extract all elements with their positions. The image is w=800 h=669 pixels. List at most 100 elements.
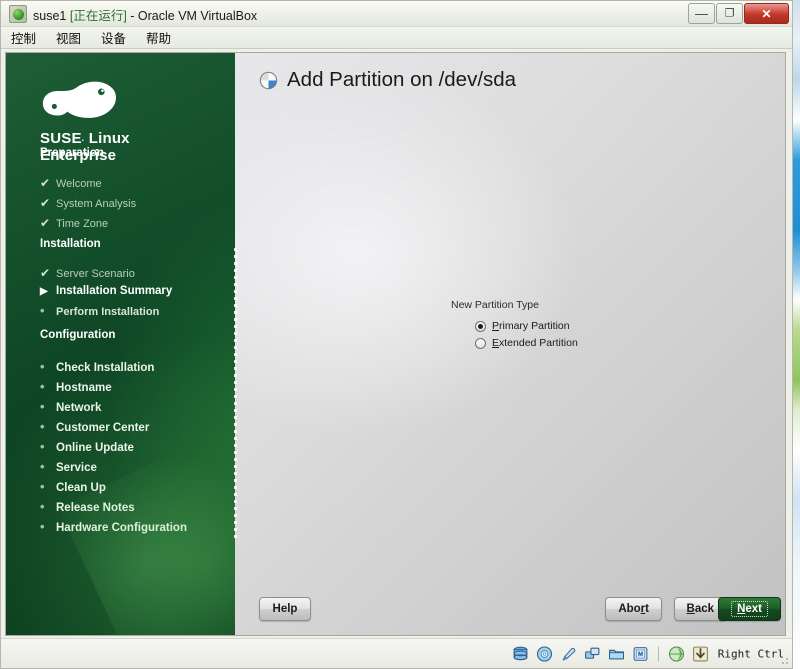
sidebar-item-label: Service — [56, 462, 97, 474]
page-title-text: Add Partition on /dev/sda — [287, 68, 516, 92]
radio-button-unselected-icon[interactable] — [475, 338, 486, 349]
sidebar-item-release-notes[interactable]: •Release Notes — [40, 501, 135, 514]
bullet-icon: • — [40, 381, 56, 392]
statusbar-separator — [658, 646, 659, 661]
abort-button[interactable]: Abort — [605, 597, 662, 621]
sidebar-item-network[interactable]: •Network — [40, 401, 101, 414]
radio-primary-partition[interactable]: Primary Partition — [475, 319, 785, 333]
resize-grip[interactable] — [778, 654, 790, 666]
brand-suse: SUSE — [40, 130, 82, 147]
window-controls: — ❐ ✕ — [688, 3, 789, 24]
restore-icon: ❐ — [717, 8, 742, 19]
sidebar-item-label: Customer Center — [56, 422, 149, 434]
sidebar-item-service[interactable]: •Service — [40, 461, 97, 474]
bullet-icon: • — [40, 361, 56, 372]
form-group-label: New Partition Type — [451, 299, 785, 311]
close-icon: ✕ — [745, 8, 788, 20]
window-title: suse1 [正在运行] - Oracle VM VirtualBox — [33, 5, 257, 24]
sidebar-item-time-zone[interactable]: ✔Time Zone — [40, 216, 108, 230]
check-icon: ✔ — [40, 176, 56, 190]
sidebar-item-label: Clean Up — [56, 482, 106, 494]
next-button[interactable]: Next — [718, 597, 781, 621]
bullet-icon: • — [40, 501, 56, 512]
section-title-installation: Installation — [40, 238, 101, 250]
shared-folder-icon[interactable] — [608, 645, 625, 662]
bullet-icon: • — [40, 481, 56, 492]
help-button[interactable]: Help — [259, 597, 311, 621]
check-icon: ✔ — [40, 196, 56, 210]
sidebar-item-perform-installation[interactable]: •Perform Installation — [40, 305, 159, 318]
page-title: Add Partition on /dev/sda — [259, 68, 516, 92]
radio-button-selected-icon[interactable] — [475, 321, 486, 332]
sidebar-divider-dashed — [234, 248, 237, 538]
sidebar-item-system-analysis[interactable]: ✔System Analysis — [40, 196, 136, 210]
suse-chameleon-logo — [40, 65, 120, 125]
sidebar-item-label: Welcome — [56, 178, 102, 190]
sidebar-item-server-scenario[interactable]: ✔Server Scenario — [40, 266, 135, 280]
vbox-status-icons: Right Ctrl — [512, 645, 784, 662]
yast-main-panel: Add Partition on /dev/sda New Partition … — [235, 53, 785, 635]
bullet-icon: • — [40, 305, 56, 316]
sidebar-item-online-update[interactable]: •Online Update — [40, 441, 134, 454]
vm-icon — [9, 5, 27, 23]
sidebar-item-label: Network — [56, 402, 101, 414]
menu-control[interactable]: 控制 — [11, 28, 36, 47]
sidebar-item-label: Online Update — [56, 442, 134, 454]
partition-pie-icon — [259, 71, 278, 90]
display-vrdp-icon[interactable] — [632, 645, 649, 662]
usb-pen-icon[interactable] — [560, 645, 577, 662]
accel-key: E — [492, 337, 499, 349]
arrow-right-icon: ▶ — [40, 286, 56, 297]
cd-dvd-icon[interactable] — [536, 645, 553, 662]
sidebar-item-label: Perform Installation — [56, 306, 159, 318]
sidebar-item-label: Release Notes — [56, 502, 135, 514]
window-title-suffix: - Oracle VM VirtualBox — [127, 9, 257, 23]
sidebar-item-label: Time Zone — [56, 218, 108, 230]
radio-label-rest: rimary Partition — [499, 320, 570, 332]
menubar: 控制 视图 设备 帮助 — [1, 27, 792, 49]
button-bar: Help Abort Back Next — [235, 597, 785, 623]
partition-type-form: New Partition Type Primary Partition Ext… — [235, 299, 785, 350]
check-icon: ✔ — [40, 266, 56, 280]
abort-label-post: t — [645, 603, 649, 615]
sidebar-item-hostname[interactable]: •Hostname — [40, 381, 112, 394]
bullet-icon: • — [40, 421, 56, 432]
yast-sidebar: SUSE. Linux Enterprise Preparation ✔Welc… — [6, 53, 235, 635]
radio-label-rest: xtended Partition — [499, 337, 578, 349]
abort-label-pre: Abo — [618, 603, 640, 615]
guest-screen: SUSE. Linux Enterprise Preparation ✔Welc… — [5, 52, 786, 636]
sidebar-item-clean-up[interactable]: •Clean Up — [40, 481, 106, 494]
bullet-icon: • — [40, 441, 56, 452]
hard-disk-icon[interactable] — [512, 645, 529, 662]
sidebar-item-hardware-configuration[interactable]: •Hardware Configuration — [40, 521, 187, 534]
radio-primary-label: Primary Partition — [492, 320, 570, 332]
bullet-icon: • — [40, 521, 56, 532]
vbox-statusbar: Right Ctrl — [1, 638, 792, 668]
close-button[interactable]: ✕ — [744, 3, 789, 24]
sidebar-item-check-installation[interactable]: •Check Installation — [40, 361, 154, 374]
restore-button[interactable]: ❐ — [716, 3, 743, 24]
host-key-label: Right Ctrl — [718, 647, 784, 660]
sidebar-item-welcome[interactable]: ✔Welcome — [40, 176, 102, 190]
menu-help[interactable]: 帮助 — [146, 28, 171, 47]
minimize-icon: — — [689, 11, 714, 17]
host-globe-icon[interactable] — [668, 645, 685, 662]
section-title-preparation: Preparation — [40, 147, 104, 159]
back-label-post: ack — [695, 603, 714, 615]
bullet-icon: • — [40, 401, 56, 412]
sidebar-item-label: Installation Summary — [56, 285, 172, 297]
menu-view[interactable]: 视图 — [56, 28, 81, 47]
minimize-button[interactable]: — — [688, 3, 715, 24]
accel-key: P — [492, 320, 499, 332]
sidebar-item-customer-center[interactable]: •Customer Center — [40, 421, 149, 434]
network-icon[interactable] — [584, 645, 601, 662]
radio-extended-partition[interactable]: Extended Partition — [475, 336, 785, 350]
sidebar-item-installation-summary[interactable]: ▶Installation Summary — [40, 285, 172, 297]
menu-devices[interactable]: 设备 — [101, 28, 126, 47]
help-button-label: Help — [273, 603, 298, 615]
host-key-icon[interactable] — [692, 645, 709, 662]
sidebar-item-label: Check Installation — [56, 362, 154, 374]
sidebar-item-label: Hardware Configuration — [56, 522, 187, 534]
check-icon: ✔ — [40, 216, 56, 230]
accel-key: B — [687, 603, 695, 615]
